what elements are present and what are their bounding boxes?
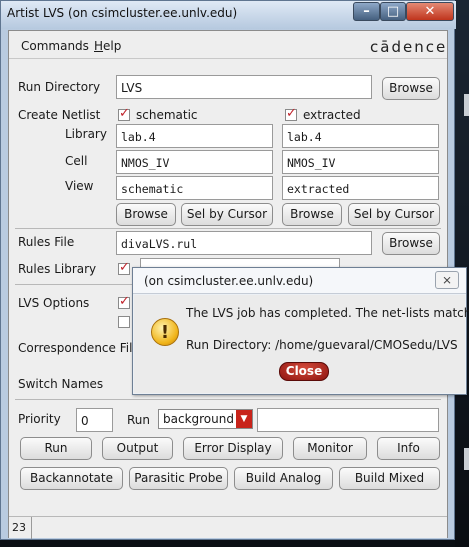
- run-mode-value: background: [163, 412, 234, 426]
- extracted-checkbox[interactable]: [285, 106, 297, 121]
- correspondence-file-label: Correspondence Fil: [18, 341, 133, 355]
- lvs-option-checkbox[interactable]: [118, 316, 130, 328]
- dialog-title: (on csimcluster.ee.unlv.edu): [144, 274, 314, 288]
- schematic-browse-button[interactable]: Browse: [116, 203, 176, 226]
- output-button[interactable]: Output: [102, 437, 173, 460]
- info-button[interactable]: Info: [377, 437, 440, 460]
- run-mode-select[interactable]: background ▼: [158, 409, 253, 429]
- extracted-view-input[interactable]: extracted: [282, 176, 439, 200]
- status-bar: 23: [9, 516, 447, 539]
- run-button[interactable]: Run: [20, 437, 92, 460]
- desktop-tick: [464, 94, 469, 116]
- extracted-sel-by-cursor-button[interactable]: Sel by Cursor: [348, 203, 440, 226]
- rules-file-browse-button[interactable]: Browse: [382, 232, 440, 255]
- rules-library-label: Rules Library: [18, 262, 97, 276]
- dialog-close-icon[interactable]: ⨯: [435, 271, 459, 289]
- menu-help-mnemonic: H: [94, 39, 104, 53]
- status-line-number: 23: [12, 521, 26, 534]
- run-directory-label: Run Directory: [18, 80, 101, 94]
- run-directory-browse-button[interactable]: Browse: [382, 77, 440, 100]
- backannotate-button[interactable]: Backannotate: [20, 467, 123, 490]
- error-display-button[interactable]: Error Display: [183, 437, 283, 460]
- priority-input[interactable]: 0: [76, 408, 113, 432]
- dialog-close-button[interactable]: Close: [279, 362, 329, 381]
- cadence-logo: cādence: [370, 38, 448, 56]
- run-directory-input[interactable]: LVS: [116, 75, 372, 99]
- desktop-tick: [464, 448, 469, 470]
- window-title: Artist LVS (on csimcluster.ee.unlv.edu): [7, 6, 238, 20]
- monitor-button[interactable]: Monitor: [293, 437, 367, 460]
- view-label: View: [65, 179, 94, 193]
- rules-file-label: Rules File: [18, 235, 75, 249]
- create-netlist-label: Create Netlist: [18, 108, 101, 122]
- run-mode-label: Run: [127, 413, 151, 427]
- maximize-button[interactable]: □: [380, 2, 406, 21]
- build-analog-button[interactable]: Build Analog: [234, 467, 333, 490]
- cell-label: Cell: [65, 154, 88, 168]
- schematic-checkbox[interactable]: [118, 106, 130, 121]
- schematic-checkbox-label: schematic: [136, 108, 198, 122]
- title-bar[interactable]: Artist LVS (on csimcluster.ee.unlv.edu) …: [1, 1, 456, 29]
- menu-help-label: elp: [103, 39, 122, 53]
- schematic-sel-by-cursor-button[interactable]: Sel by Cursor: [181, 203, 273, 226]
- dialog-run-directory: Run Directory: /home/guevaral/CMOSedu/LV…: [186, 338, 458, 352]
- menu-bar: Commands Help cādence: [9, 31, 447, 59]
- chevron-down-icon[interactable]: ▼: [236, 410, 252, 428]
- switch-names-label: Switch Names: [18, 377, 104, 391]
- dialog-title-bar[interactable]: (on csimcluster.ee.unlv.edu) ⨯: [133, 268, 466, 294]
- close-window-button[interactable]: ✕: [406, 2, 454, 21]
- extracted-browse-button[interactable]: Browse: [282, 203, 342, 226]
- divider: [15, 228, 441, 229]
- divider: [15, 399, 441, 400]
- status-separator: [31, 517, 32, 539]
- priority-label: Priority: [18, 412, 61, 426]
- extracted-library-input[interactable]: lab.4: [282, 124, 439, 148]
- run-mode-options-input[interactable]: [257, 408, 439, 432]
- build-mixed-button[interactable]: Build Mixed: [339, 467, 440, 490]
- dialog-body: ! The LVS job has completed. The net-lis…: [134, 295, 469, 393]
- menu-help[interactable]: Help: [94, 39, 121, 53]
- lvs-options-label: LVS Options: [18, 296, 90, 310]
- schematic-library-input[interactable]: lab.4: [116, 124, 273, 148]
- rules-file-input[interactable]: divaLVS.rul: [116, 231, 372, 255]
- rules-library-checkbox[interactable]: [118, 260, 130, 275]
- schematic-view-input[interactable]: schematic: [116, 176, 273, 200]
- dialog-message: The LVS job has completed. The net-lists…: [186, 306, 469, 320]
- lvs-complete-dialog: (on csimcluster.ee.unlv.edu) ⨯ ! The LVS…: [132, 267, 469, 395]
- schematic-cell-input[interactable]: NMOS_IV: [116, 150, 273, 174]
- warning-icon: !: [151, 318, 179, 346]
- extracted-checkbox-label: extracted: [303, 108, 361, 122]
- parasitic-probe-button[interactable]: Parasitic Probe: [129, 467, 228, 490]
- menu-commands[interactable]: Commands: [21, 39, 89, 53]
- extracted-cell-input[interactable]: NMOS_IV: [282, 150, 439, 174]
- minimize-button[interactable]: –: [353, 2, 380, 21]
- lvs-option-checkbox[interactable]: [118, 294, 130, 309]
- library-label: Library: [65, 127, 107, 141]
